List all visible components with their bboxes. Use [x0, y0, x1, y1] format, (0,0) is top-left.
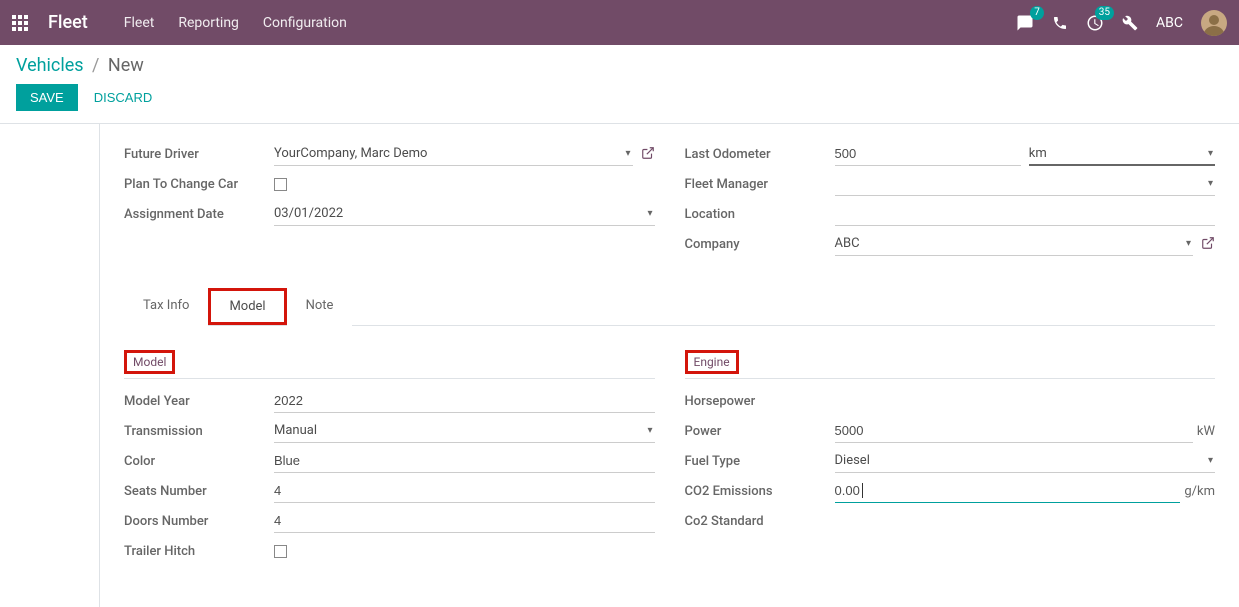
last-odometer-label: Last Odometer [685, 147, 835, 162]
chevron-down-icon[interactable]: ▾ [1208, 148, 1213, 159]
fuel-type-label: Fuel Type [685, 454, 835, 469]
co2-emissions-value[interactable] [835, 483, 863, 498]
power-unit: kW [1197, 424, 1215, 439]
phone-icon[interactable] [1052, 15, 1068, 31]
breadcrumb-root[interactable]: Vehicles [16, 55, 84, 76]
co2-standard-field[interactable] [835, 509, 1216, 533]
messages-badge: 7 [1030, 6, 1044, 20]
future-driver-value: YourCompany, Marc Demo [274, 146, 427, 161]
last-odometer-field[interactable] [835, 142, 1021, 166]
fleet-manager-field[interactable]: ▾ [835, 172, 1216, 196]
power-field[interactable] [835, 419, 1193, 443]
seats-value[interactable] [274, 483, 655, 498]
model-year-label: Model Year [124, 394, 274, 409]
co2-emissions-unit: g/km [1184, 484, 1215, 499]
chevron-down-icon[interactable]: ▾ [647, 425, 652, 436]
transmission-value: Manual [274, 423, 317, 438]
assignment-date-field[interactable]: 03/01/2022 ▾ [274, 202, 655, 226]
chevron-down-icon[interactable]: ▾ [1186, 238, 1191, 249]
external-link-icon[interactable] [1201, 236, 1215, 253]
color-label: Color [124, 454, 274, 469]
plan-to-change-label: Plan To Change Car [124, 177, 274, 192]
trailer-hitch-checkbox[interactable] [274, 545, 287, 558]
doors-field[interactable] [274, 509, 655, 533]
co2-standard-label: Co2 Standard [685, 514, 835, 529]
discard-button[interactable]: DISCARD [90, 84, 157, 111]
last-odometer-value[interactable] [835, 146, 1021, 161]
avatar[interactable] [1201, 10, 1227, 36]
left-spacer [0, 124, 100, 607]
nav-menu-configuration[interactable]: Configuration [263, 15, 347, 31]
doors-label: Doors Number [124, 514, 274, 529]
debug-icon[interactable] [1122, 15, 1138, 31]
tabs: Tax Info Model Note [124, 288, 1215, 326]
user-name-label[interactable]: ABC [1156, 15, 1183, 31]
location-field[interactable] [835, 202, 1216, 226]
chevron-down-icon[interactable]: ▾ [647, 208, 652, 219]
model-group-title: Model [124, 350, 175, 374]
model-year-field[interactable] [274, 389, 655, 413]
assignment-date-label: Assignment Date [124, 207, 274, 222]
top-navbar: Fleet Fleet Reporting Configuration 7 35… [0, 0, 1239, 45]
breadcrumb-current: New [108, 55, 144, 76]
breadcrumb: Vehicles / New [16, 55, 1223, 76]
transmission-field[interactable]: Manual ▾ [274, 419, 655, 443]
chevron-down-icon[interactable]: ▾ [1208, 455, 1213, 466]
activities-badge: 35 [1095, 6, 1114, 20]
horsepower-field[interactable] [835, 389, 1216, 413]
transmission-label: Transmission [124, 424, 274, 439]
activities-icon[interactable]: 35 [1086, 14, 1104, 32]
model-year-value[interactable] [274, 393, 655, 408]
tab-model[interactable]: Model [208, 288, 286, 325]
company-value: ABC [835, 236, 860, 251]
co2-emissions-field[interactable] [835, 479, 1181, 503]
nav-menu-fleet[interactable]: Fleet [124, 15, 155, 31]
assignment-date-value: 03/01/2022 [274, 206, 343, 221]
nav-menu-reporting[interactable]: Reporting [178, 15, 239, 31]
engine-group-title: Engine [685, 350, 739, 374]
color-field[interactable] [274, 449, 655, 473]
company-label: Company [685, 237, 835, 252]
color-value[interactable] [274, 453, 655, 468]
fleet-manager-label: Fleet Manager [685, 177, 835, 192]
chevron-down-icon[interactable]: ▾ [625, 148, 630, 159]
messages-icon[interactable]: 7 [1016, 14, 1034, 32]
co2-emissions-label: CO2 Emissions [685, 484, 835, 499]
seats-label: Seats Number [124, 484, 274, 499]
odometer-unit-field[interactable]: km ▾ [1029, 142, 1215, 166]
external-link-icon[interactable] [641, 146, 655, 163]
apps-icon[interactable] [12, 15, 28, 31]
fuel-type-value: Diesel [835, 453, 870, 468]
fuel-type-field[interactable]: Diesel ▾ [835, 449, 1216, 473]
company-field[interactable]: ABC ▾ [835, 232, 1194, 256]
future-driver-field[interactable]: YourCompany, Marc Demo ▾ [274, 142, 633, 166]
seats-field[interactable] [274, 479, 655, 503]
power-value[interactable] [835, 423, 1193, 438]
horsepower-label: Horsepower [685, 394, 835, 409]
location-label: Location [685, 207, 835, 222]
chevron-down-icon[interactable]: ▾ [1208, 178, 1213, 189]
tab-tax-info[interactable]: Tax Info [124, 289, 208, 326]
trailer-hitch-label: Trailer Hitch [124, 544, 274, 559]
future-driver-label: Future Driver [124, 147, 274, 162]
doors-value[interactable] [274, 513, 655, 528]
save-button[interactable]: SAVE [16, 84, 78, 111]
plan-to-change-checkbox[interactable] [274, 178, 287, 191]
app-brand[interactable]: Fleet [48, 12, 88, 33]
form-sheet: Future Driver YourCompany, Marc Demo ▾ P… [100, 124, 1239, 607]
tab-note[interactable]: Note [287, 289, 353, 326]
odometer-unit-value: km [1029, 146, 1047, 161]
control-panel: Vehicles / New SAVE DISCARD [0, 45, 1239, 124]
power-label: Power [685, 424, 835, 439]
